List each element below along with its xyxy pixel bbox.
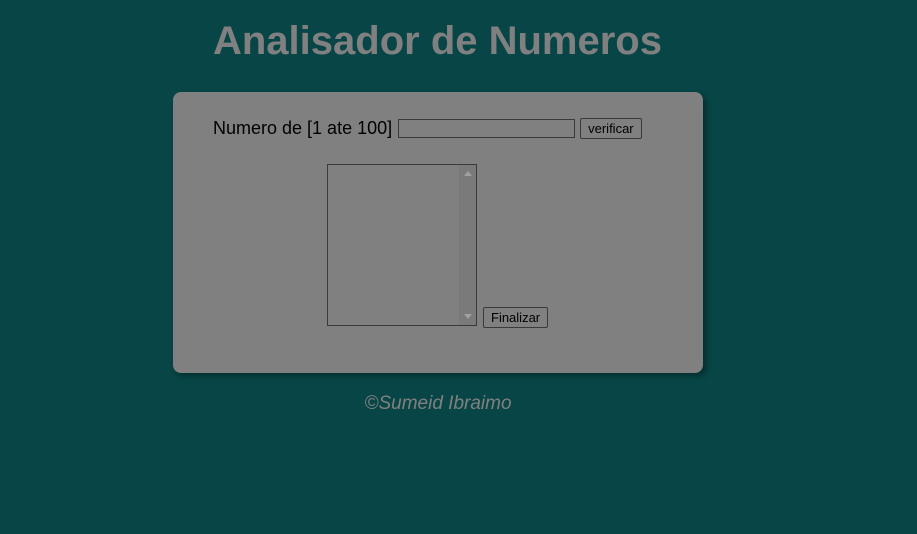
number-entry-row: Numero de [1 ate 100] verificar xyxy=(213,118,642,139)
finalize-button[interactable]: Finalizar xyxy=(483,307,549,328)
footer-credit: ©Sumeid Ibraimo xyxy=(364,393,512,414)
number-input[interactable] xyxy=(398,119,576,138)
number-label: Numero de [1 ate 100] xyxy=(213,118,393,138)
analyzer-panel: Numero de [1 ate 100] verificar Finaliza… xyxy=(173,92,703,373)
page-title: Analisador de Numeros xyxy=(212,19,662,63)
scroll-down-arrow-icon[interactable] xyxy=(464,314,472,319)
verify-button[interactable]: verificar xyxy=(580,118,642,139)
listbox-scrollbar[interactable] xyxy=(459,165,476,325)
scroll-up-arrow-icon[interactable] xyxy=(464,171,472,176)
results-listbox[interactable] xyxy=(327,164,477,326)
